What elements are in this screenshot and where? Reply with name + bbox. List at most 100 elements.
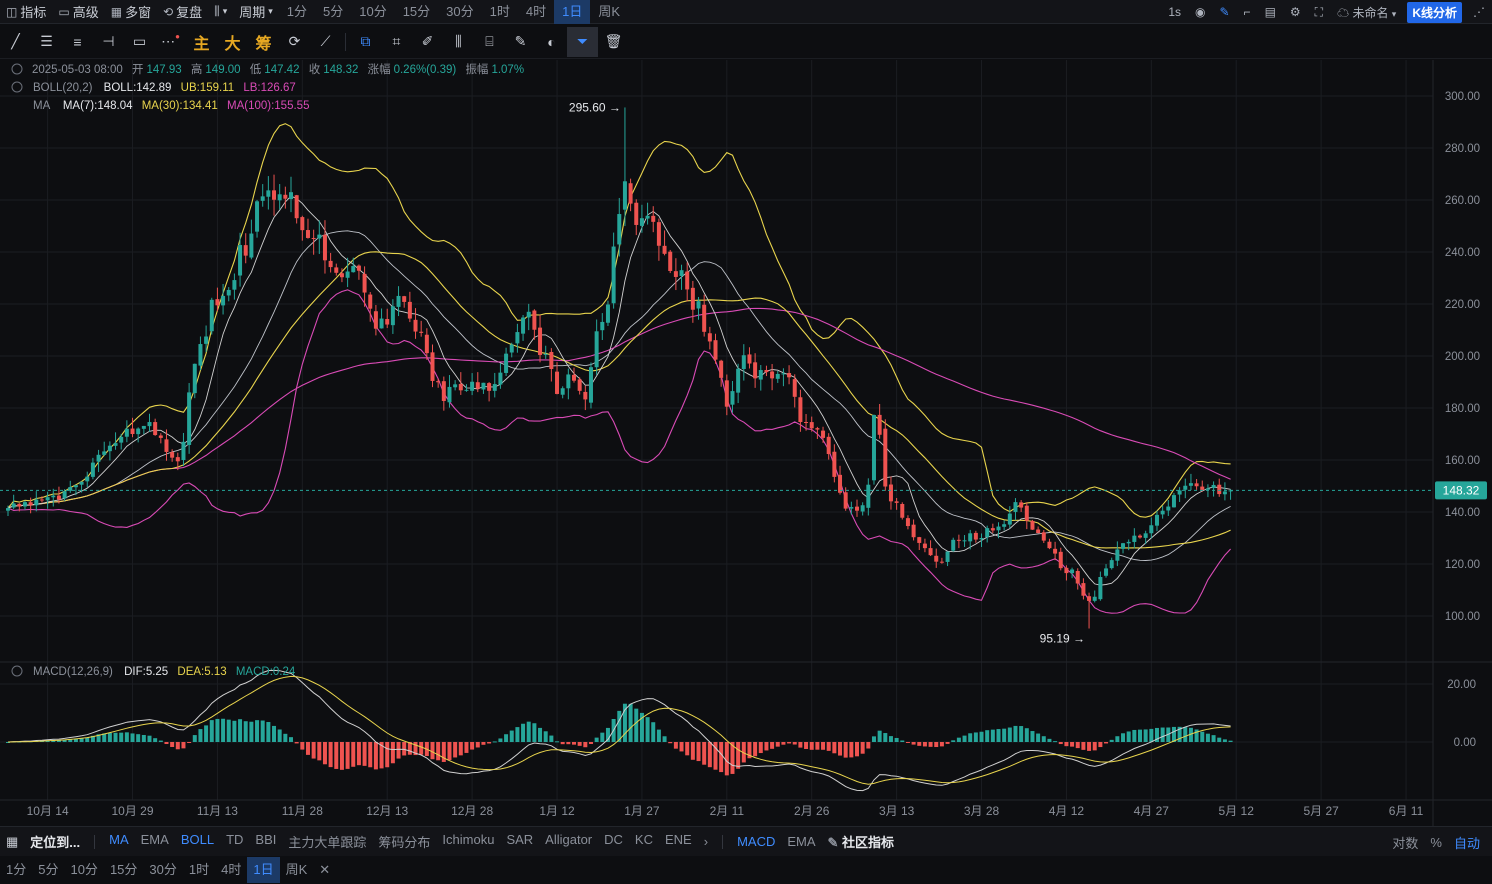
- timeframe-tabs: 1分 5分 10分 15分 30分 1时 4时 1日 周K: [279, 0, 628, 24]
- candle-body: [119, 436, 124, 443]
- bottom-timeframe-tab-2[interactable]: 10分: [64, 857, 103, 883]
- timeframe-tab-4[interactable]: 30分: [438, 0, 481, 24]
- ruler-icon[interactable]: ⌗: [381, 27, 412, 57]
- timeframe-tab-6[interactable]: 4时: [518, 0, 554, 24]
- chips-button[interactable]: 筹: [248, 27, 279, 57]
- kline-analysis-button[interactable]: K线分析: [1407, 1, 1462, 23]
- bottom-timeframe-tab-4[interactable]: 30分: [143, 857, 182, 883]
- collapse-icon[interactable]: [11, 63, 23, 75]
- percent-scale-toggle[interactable]: %: [1424, 835, 1448, 850]
- main-indicator-6[interactable]: 筹码分布: [372, 832, 436, 851]
- main-indicator-10[interactable]: DC: [598, 832, 629, 851]
- macd-bar: [905, 742, 910, 743]
- timeframe-tab-3[interactable]: 15分: [395, 0, 438, 24]
- sub-indicator-list: MACD EMA: [731, 834, 821, 849]
- layout-name-dropdown[interactable]: ☁ 未命名 ▾: [1330, 4, 1403, 21]
- bottom-timeframe-tab-1[interactable]: 5分: [32, 857, 64, 883]
- sub-indicator-1[interactable]: EMA: [781, 834, 821, 849]
- big-order-button[interactable]: 大: [217, 27, 248, 57]
- bottom-timeframe-tab-3[interactable]: 15分: [104, 857, 143, 883]
- template-icon[interactable]: ▤: [1258, 5, 1283, 19]
- timeframe-tab-2[interactable]: 10分: [351, 0, 394, 24]
- camera-icon[interactable]: ◉: [1188, 5, 1212, 19]
- main-chips-button[interactable]: 主: [186, 27, 217, 57]
- edit-icon[interactable]: ✎: [505, 27, 536, 57]
- brush-icon[interactable]: ✐: [412, 27, 443, 57]
- collapse-icon[interactable]: [11, 665, 23, 677]
- bottom-timeframe-tab-0[interactable]: 1分: [0, 857, 32, 883]
- bottom-timeframe-tab-7[interactable]: 1日: [247, 857, 280, 883]
- chart-type-dropdown[interactable]: ⫼ ▾: [208, 0, 233, 24]
- candle-body: [588, 367, 593, 403]
- timeframe-tab-7[interactable]: 1日: [554, 0, 591, 24]
- main-indicator-0[interactable]: MA: [103, 832, 135, 851]
- chevron-right-icon[interactable]: ›: [698, 834, 714, 849]
- candle-body: [549, 351, 554, 369]
- replay-button[interactable]: ⟲ 复盘: [157, 0, 208, 24]
- collapse-icon[interactable]: [11, 81, 23, 93]
- pen-icon[interactable]: ✎: [1212, 5, 1236, 19]
- horizontal-ray-icon[interactable]: ⊣: [93, 27, 124, 57]
- advanced-button[interactable]: ▭ 高级: [52, 0, 104, 24]
- crop-icon[interactable]: ⌐: [1237, 5, 1258, 19]
- candle-body: [1160, 510, 1165, 515]
- main-indicator-3[interactable]: TD: [220, 832, 249, 851]
- timeframe-tab-5[interactable]: 1时: [482, 0, 518, 24]
- macd-y-tick-label: 0.00: [1454, 737, 1476, 749]
- candle-body: [905, 518, 910, 527]
- measure-icon[interactable]: ⟋: [310, 27, 341, 57]
- main-indicator-8[interactable]: SAR: [500, 832, 539, 851]
- macd-bar: [798, 742, 803, 748]
- main-indicator-4[interactable]: BBI: [249, 832, 282, 851]
- timeframe-tab-1[interactable]: 5分: [315, 0, 351, 24]
- interval-label[interactable]: 1s: [1161, 5, 1188, 19]
- parallel-lines-icon[interactable]: ≡: [62, 27, 93, 57]
- close-icon[interactable]: ✕: [313, 857, 336, 883]
- macd-bar: [843, 742, 848, 758]
- main-indicator-11[interactable]: KC: [629, 832, 659, 851]
- main-indicator-7[interactable]: Ichimoku: [436, 832, 500, 851]
- copy-icon[interactable]: ⧉: [350, 27, 381, 57]
- sub-indicator-0[interactable]: MACD: [731, 834, 781, 849]
- macd-bar: [1053, 741, 1058, 743]
- main-indicator-5[interactable]: 主力大单跟踪: [282, 832, 372, 851]
- filter-icon[interactable]: ⏷: [567, 26, 598, 57]
- boll-legend: BOLL(20,2) BOLL:142.89 UB:159.11 LB:126.…: [33, 82, 296, 94]
- main-indicator-12[interactable]: ENE: [659, 832, 698, 851]
- main-indicator-2[interactable]: BOLL: [175, 832, 220, 851]
- magnet-icon[interactable]: ⟳: [279, 27, 310, 57]
- more-tools-icon[interactable]: ⋯ ●: [155, 27, 186, 57]
- candle-body: [741, 355, 746, 370]
- multi-window-button[interactable]: ▦ 多窗: [105, 0, 157, 24]
- log-scale-toggle[interactable]: 对数: [1386, 833, 1424, 852]
- main-indicator-9[interactable]: Alligator: [539, 832, 598, 851]
- candle-body: [651, 215, 656, 222]
- candles-compare-icon[interactable]: ⫼: [443, 27, 474, 57]
- main-indicator-1[interactable]: EMA: [135, 832, 175, 851]
- eye-icon[interactable]: ◐: [536, 27, 567, 57]
- timeframe-tab-0[interactable]: 1分: [279, 0, 315, 24]
- candle-body: [209, 299, 214, 332]
- lock-icon[interactable]: ⌸: [474, 27, 505, 57]
- trendline-icon[interactable]: ╱: [0, 27, 31, 57]
- bottom-timeframe-tab-8[interactable]: 周K: [280, 857, 314, 883]
- share-icon[interactable]: ⋰: [1466, 5, 1492, 19]
- horizontal-lines-icon[interactable]: ☰: [31, 27, 62, 57]
- y-tick-label: 240.00: [1445, 247, 1480, 259]
- locate-button[interactable]: 定位到...: [24, 832, 86, 851]
- grid-icon[interactable]: ▦: [0, 834, 24, 850]
- candle-body: [798, 397, 803, 423]
- period-dropdown[interactable]: 周期 ▾: [233, 0, 279, 24]
- community-indicators-button[interactable]: ✎ 社区指标: [822, 832, 901, 851]
- bottom-timeframe-tab-5[interactable]: 1时: [183, 857, 215, 883]
- indicators-button[interactable]: ◫ 指标: [0, 0, 52, 24]
- trash-icon[interactable]: 🗑: [598, 27, 629, 57]
- macd-bar: [673, 742, 678, 749]
- bottom-timeframe-tab-6[interactable]: 4时: [215, 857, 247, 883]
- price-chart[interactable]: 100.00 120.00 140.00 160.00 180.00 200.00 220.…: [0, 60, 1492, 826]
- timeframe-tab-8[interactable]: 周K: [590, 0, 628, 24]
- fullscreen-icon[interactable]: ⛶: [1308, 5, 1330, 20]
- auto-scale-toggle[interactable]: 自动: [1448, 833, 1486, 852]
- gear-icon[interactable]: ⚙: [1283, 5, 1308, 19]
- rectangle-icon[interactable]: ▭: [124, 27, 155, 57]
